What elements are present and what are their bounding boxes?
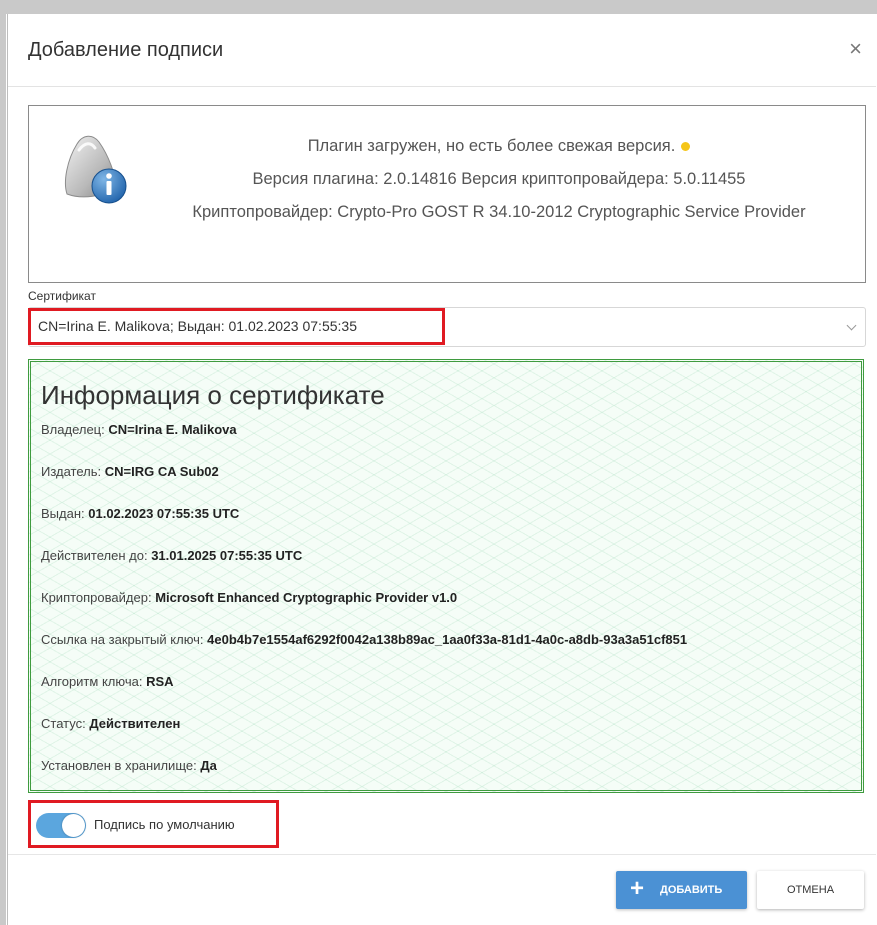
add-button-label: ДОБАВИТЬ — [660, 884, 723, 896]
close-icon[interactable]: × — [849, 38, 862, 60]
info-value: Действителен — [89, 716, 181, 731]
info-value: CN=IRG CA Sub02 — [104, 464, 219, 479]
plugin-provider: Криптопровайдер: Crypto-Pro GOST R 34.10… — [192, 203, 806, 221]
cancel-button[interactable]: ОТМЕНА — [757, 871, 864, 909]
add-button[interactable]: + ДОБАВИТЬ — [616, 871, 747, 909]
certificate-select-value: CN=Irina E. Malikova; Выдан: 01.02.2023 … — [38, 318, 357, 334]
plugin-info-box: Плагин загружен, но есть более свежая ве… — [28, 105, 866, 283]
info-badge-icon — [64, 135, 127, 204]
info-row-private-key-link: Ссылка на закрытый ключ: 4e0b4b7e1554af6… — [41, 632, 688, 647]
plugin-status: Плагин загружен, но есть более свежая ве… — [307, 137, 676, 155]
info-row-valid-until: Действителен до: 31.01.2025 07:55:35 UTC — [41, 548, 303, 563]
info-row-installed-in-store: Установлен в хранилище: Да — [41, 758, 217, 773]
dialog-header: Добавление подписи × — [8, 14, 876, 87]
background-overlay-top — [0, 0, 877, 14]
info-row-provider: Криптопровайдер: Microsoft Enhanced Cryp… — [41, 590, 458, 605]
info-value: Microsoft Enhanced Cryptographic Provide… — [155, 590, 458, 605]
info-row-key-algorithm: Алгоритм ключа: RSA — [41, 674, 174, 689]
background-overlay-left — [0, 0, 6, 925]
info-value: Да — [200, 758, 217, 773]
default-signature-label[interactable]: Подпись по умолчанию — [94, 817, 235, 832]
default-signature-toggle[interactable] — [36, 813, 86, 838]
certificate-info-title: Информация о сертификате — [41, 380, 385, 410]
info-value: RSA — [146, 674, 174, 689]
dialog-title: Добавление подписи — [28, 39, 224, 61]
footer-divider — [8, 854, 876, 855]
chevron-down-icon — [846, 320, 857, 331]
info-row-issuer: Издатель: CN=IRG CA Sub02 — [41, 464, 219, 479]
info-value: CN=Irina E. Malikova — [108, 422, 237, 437]
info-value: 4e0b4b7e1554af6292f0042a138b89ac_1aa0f33… — [207, 632, 688, 647]
info-row-issued: Выдан: 01.02.2023 07:55:35 UTC — [41, 506, 240, 521]
default-signature-control: Подпись по умолчанию — [28, 800, 279, 848]
status-dot-icon — [681, 142, 691, 152]
info-row-status: Статус: Действителен — [41, 716, 181, 731]
cancel-button-label: ОТМЕНА — [786, 884, 835, 896]
info-row-owner: Владелец: CN=Irina E. Malikova — [41, 422, 237, 437]
info-value: 31.01.2025 07:55:35 UTC — [151, 548, 303, 563]
plugin-versions: Версия плагина: 2.0.14816 Версия криптоп… — [252, 170, 746, 188]
plus-icon: + — [630, 875, 645, 902]
certificate-label: Сертификат — [28, 289, 96, 303]
toggle-knob — [62, 814, 85, 837]
certificate-select[interactable]: CN=Irina E. Malikova; Выдан: 01.02.2023 … — [28, 307, 866, 347]
certificate-info-panel: Информация о сертификате Владелец: CN=Ir… — [28, 359, 864, 793]
add-signature-dialog: Добавление подписи × Плагин загружен, но… — [7, 14, 876, 925]
plugin-status-text: Плагин загружен, но есть более свежая ве… — [149, 130, 849, 229]
info-value: 01.02.2023 07:55:35 UTC — [88, 506, 240, 521]
